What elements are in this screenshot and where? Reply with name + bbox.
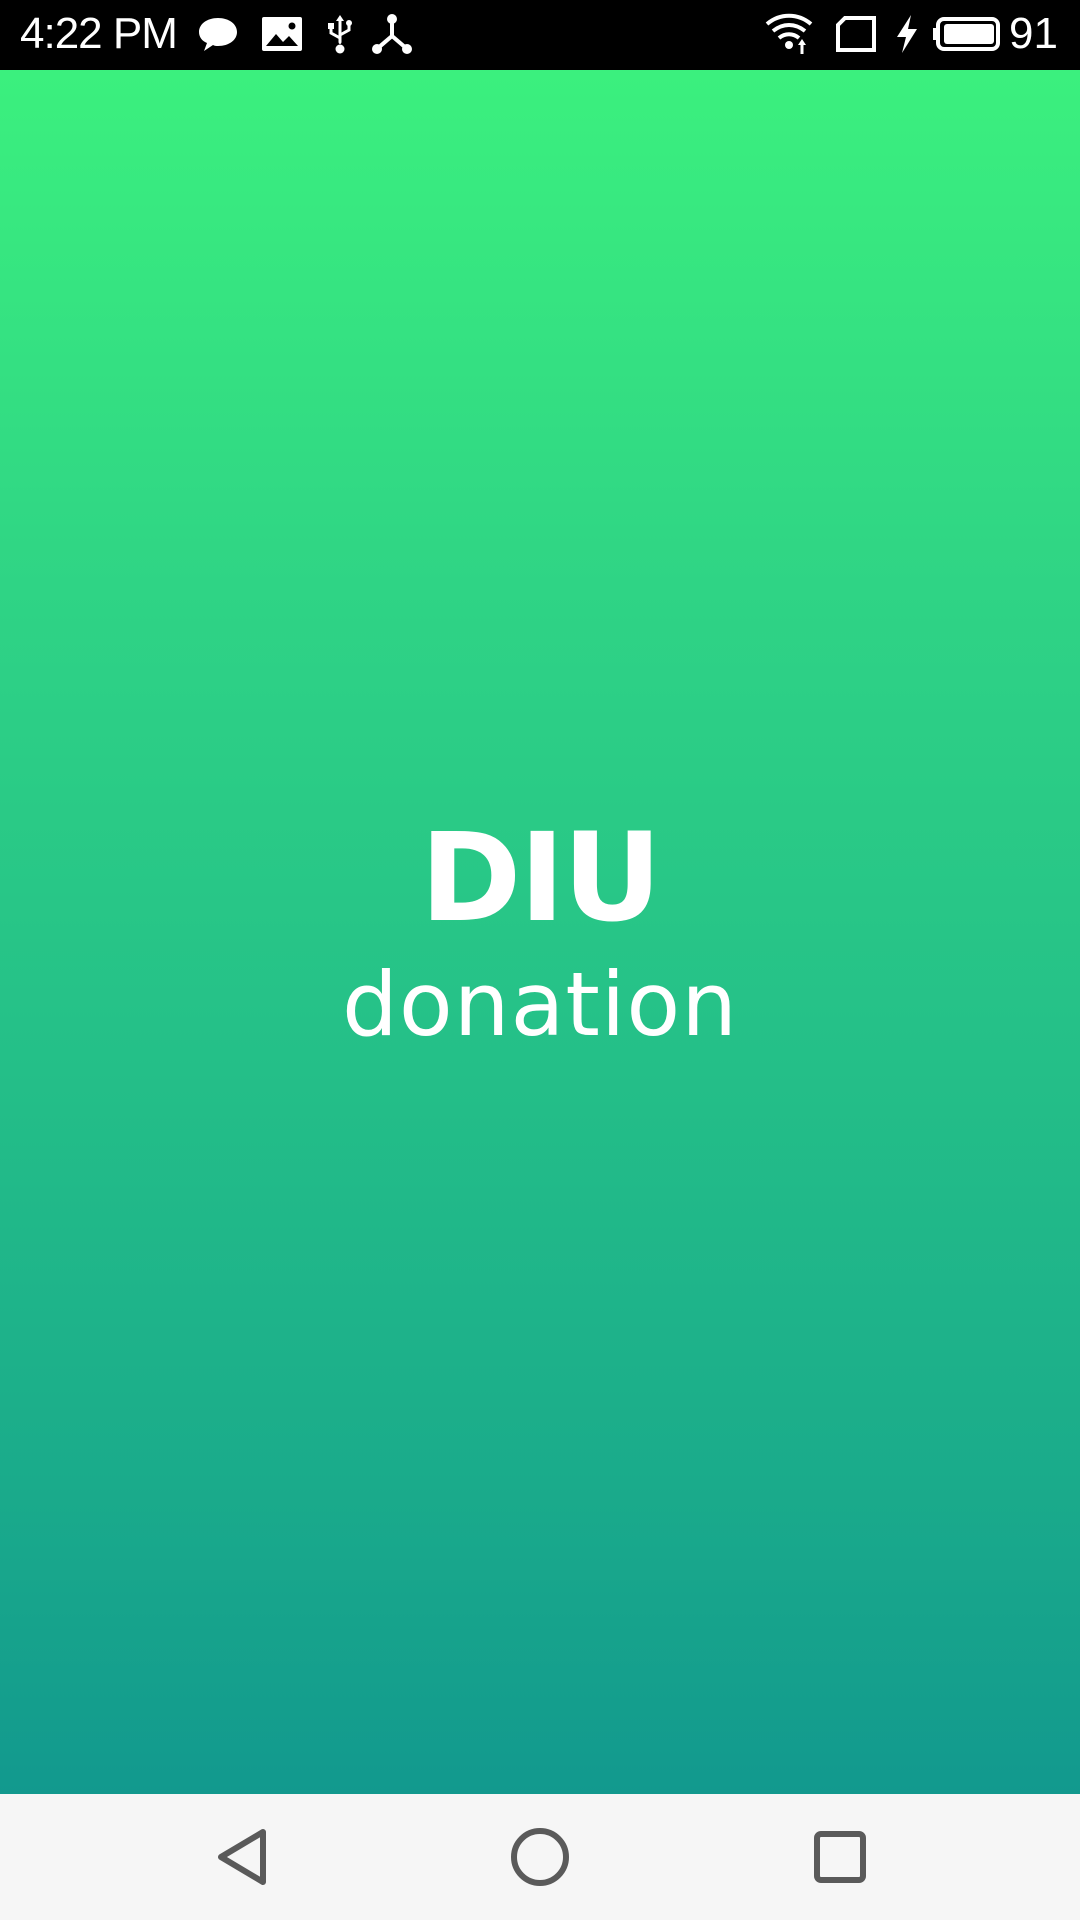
navigation-bar [0,1794,1080,1920]
chat-icon [199,18,237,51]
app-subtitle: donation [342,953,738,1056]
back-icon[interactable] [207,1822,277,1892]
splash-background: DIU donation [0,70,1080,1794]
share-node-icon [372,14,412,54]
home-icon[interactable] [505,1822,575,1892]
wifi-icon [765,13,813,54]
status-time: 4:22 PM [20,9,178,58]
sim-card-icon [836,16,876,52]
usb-icon [328,15,352,54]
status-bar: 4:22 PM 91 [0,0,1080,70]
charging-icon [897,15,917,53]
screen: 4:22 PM 91 DIU donation [0,0,1080,1920]
battery-level: 91 [1009,9,1058,58]
image-icon [262,17,302,51]
recents-icon[interactable] [805,1822,875,1892]
battery-icon [933,17,1000,51]
app-title: DIU [420,807,662,949]
